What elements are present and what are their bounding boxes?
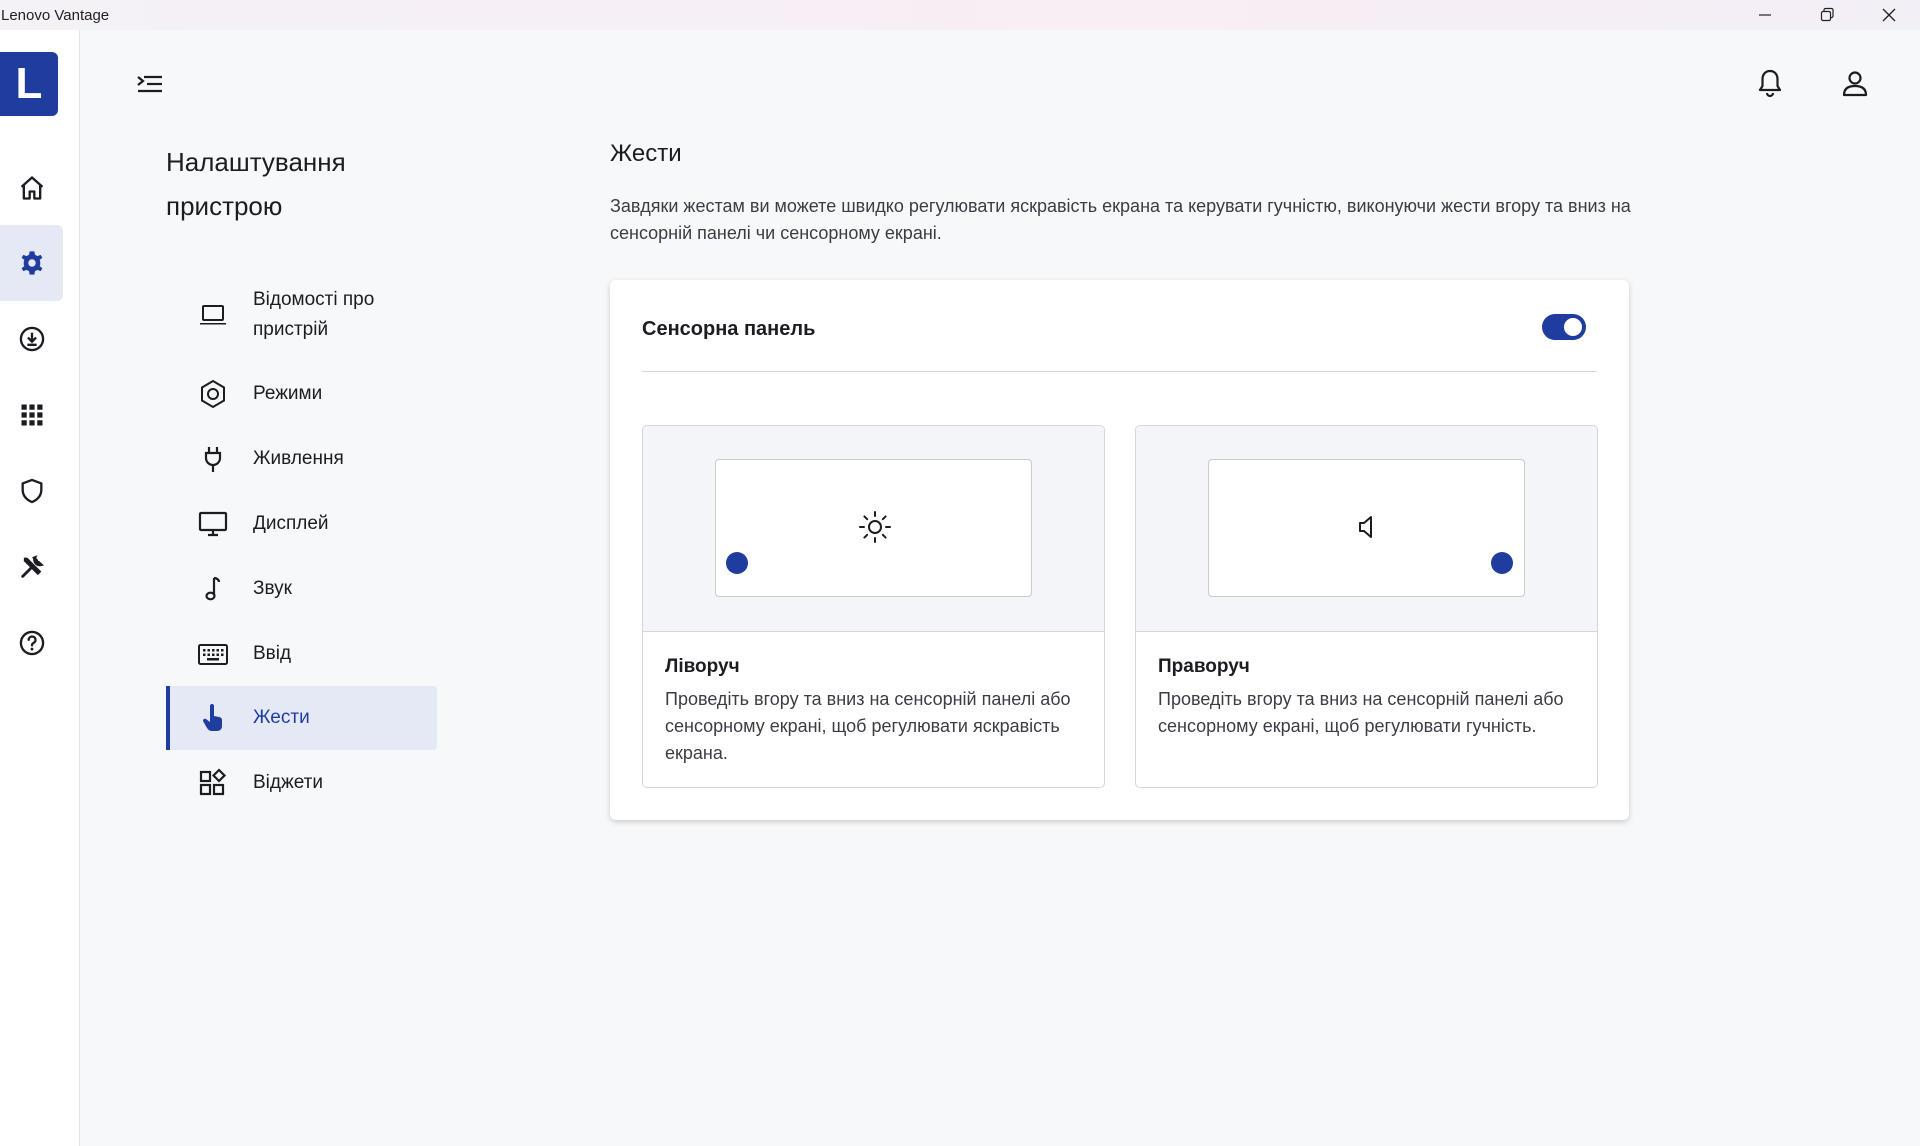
bell-icon (1758, 69, 1782, 98)
restore-button[interactable] (1796, 0, 1858, 30)
logo-letter: L (15, 59, 43, 108)
nav-label: Жести (253, 707, 310, 728)
gear-icon (21, 251, 42, 275)
user-icon (1842, 71, 1868, 97)
close-button[interactable] (1858, 0, 1920, 30)
nav-label: Ввід (253, 643, 292, 664)
nav-widgets[interactable]: Віджети (166, 751, 437, 815)
monitor-icon (196, 507, 230, 541)
swipe-zone-dot (1491, 552, 1513, 574)
page-description: Завдяки жестам ви можете швидко регулюва… (610, 196, 1631, 243)
nav-display[interactable]: Дисплей (166, 492, 437, 556)
option-right[interactable]: Праворуч Проведіть вгору та вниз на сенс… (1135, 425, 1598, 788)
rail-apps[interactable] (0, 377, 63, 453)
laptop-icon (196, 298, 230, 332)
brightness-icon (859, 511, 891, 543)
divider (642, 371, 1597, 372)
rail-help[interactable] (0, 605, 63, 681)
toggle-knob (1564, 318, 1582, 336)
option-title: Праворуч (1158, 656, 1250, 677)
option-title: Ліворуч (665, 656, 740, 677)
nav-modes[interactable]: Режими (166, 362, 437, 426)
collapse-menu-icon (137, 75, 162, 93)
rail-tools[interactable] (0, 529, 63, 605)
option-left[interactable]: Ліворуч Проведіть вгору та вниз на сенсо… (642, 425, 1105, 788)
section-title: Налаштування пристрою (166, 147, 346, 221)
widgets-icon (196, 766, 230, 800)
nav-label: Віджети (253, 772, 323, 793)
download-icon (19, 326, 44, 352)
card-title: Сенсорна панель (642, 318, 816, 340)
nav-label: Живлення (253, 448, 344, 469)
nav-rail: L (0, 30, 80, 1146)
collapse-menu-button[interactable] (134, 70, 166, 98)
touchpad-illustration (1208, 459, 1525, 597)
option-preview (643, 426, 1104, 632)
music-note-icon (196, 572, 230, 606)
close-icon (1882, 8, 1896, 22)
nav-sound[interactable]: Звук (166, 557, 437, 621)
touchpad-card: Сенсорна панель Ліворуч Проведіть вгору … (610, 280, 1629, 820)
apps-grid-icon (21, 404, 42, 426)
nav-device-info[interactable]: Відомості про пристрій (166, 283, 437, 347)
notifications-button[interactable] (1755, 68, 1785, 100)
account-button[interactable] (1840, 68, 1870, 100)
nav-label: Звук (253, 578, 292, 599)
rail-security[interactable] (0, 453, 63, 529)
rail-settings[interactable] (0, 225, 63, 301)
shield-icon (21, 478, 42, 504)
plug-icon (196, 442, 230, 476)
window-title: Lenovo Vantage (1, 6, 110, 24)
page-title: Жести (610, 140, 682, 167)
touchpad-toggle[interactable] (1542, 314, 1586, 340)
hexagon-icon (196, 377, 230, 411)
nav-label: Відомості про пристрій (253, 289, 375, 340)
touch-hand-icon (196, 701, 230, 735)
rail-downloads[interactable] (0, 301, 63, 377)
title-bar: Lenovo Vantage (0, 0, 1920, 30)
swipe-zone-dot (726, 552, 748, 574)
help-icon (19, 630, 44, 656)
nav-input[interactable]: Ввід (166, 622, 437, 686)
minimize-button[interactable] (1734, 0, 1796, 30)
lenovo-logo[interactable]: L (0, 52, 58, 116)
keyboard-icon (196, 637, 230, 671)
restore-icon (1820, 7, 1834, 22)
home-icon (20, 176, 43, 200)
speaker-icon (1359, 516, 1372, 538)
minimize-icon (1759, 14, 1771, 16)
tools-icon (20, 555, 44, 578)
option-preview (1136, 426, 1597, 632)
nav-label: Дисплей (253, 513, 329, 534)
touchpad-illustration (715, 459, 1032, 597)
window-controls (1734, 0, 1920, 30)
option-description: Проведіть вгору та вниз на сенсорній пан… (1158, 689, 1564, 736)
nav-label: Режими (253, 383, 323, 404)
nav-power[interactable]: Живлення (166, 427, 437, 491)
option-description: Проведіть вгору та вниз на сенсорній пан… (665, 689, 1071, 763)
nav-gestures[interactable]: Жести (166, 686, 437, 750)
rail-home[interactable] (0, 150, 63, 226)
